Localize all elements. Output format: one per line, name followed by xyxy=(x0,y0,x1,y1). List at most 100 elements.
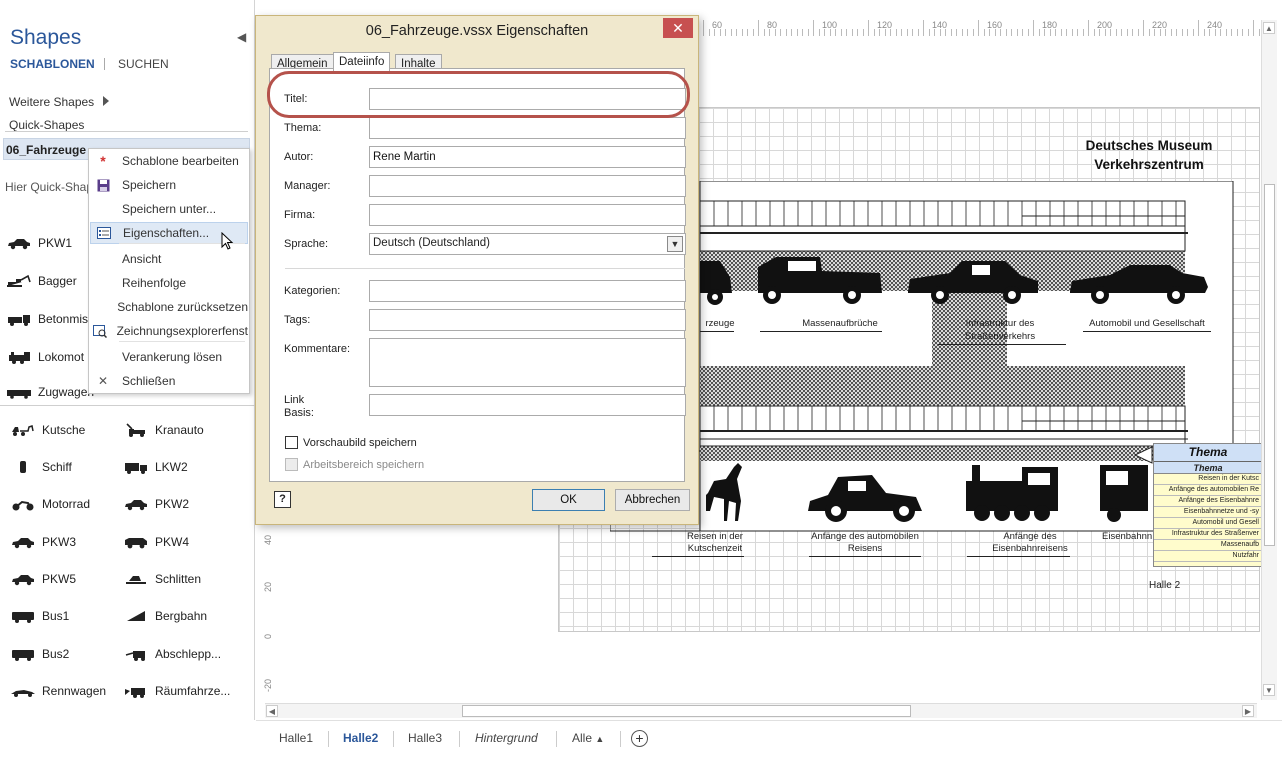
language-select[interactable]: Deutsch (Deutschland) ▼ xyxy=(369,233,686,255)
page-tab-halle1[interactable]: Halle1 xyxy=(279,731,313,745)
ruler-tick xyxy=(1044,29,1045,36)
shape-item[interactable]: Kranauto xyxy=(123,420,204,440)
scroll-left-icon[interactable]: ◀ xyxy=(266,705,278,717)
horizontal-scrollbar[interactable]: ◀ ▶ xyxy=(265,703,1257,718)
tab-schablonen[interactable]: SCHABLONEN xyxy=(10,57,95,71)
field-label: Sprache: xyxy=(284,238,329,250)
ruler-tick xyxy=(1093,29,1095,36)
manager-field[interactable] xyxy=(369,175,686,197)
ruler-tick xyxy=(917,29,919,36)
tags-field[interactable] xyxy=(369,309,686,331)
legend-table[interactable]: Thema Thema Reisen in der Kutsc Anfänge d… xyxy=(1153,443,1263,567)
quick-shapes-link[interactable]: Quick-Shapes xyxy=(9,118,84,132)
menu-item[interactable]: Schablone zurücksetzen xyxy=(90,296,248,318)
scroll-down-icon[interactable]: ▼ xyxy=(1263,684,1275,696)
title-field[interactable] xyxy=(369,88,686,110)
page-tab-halle3[interactable]: Halle3 xyxy=(408,731,442,745)
shape-item[interactable]: Zugwagen xyxy=(6,382,94,402)
scroll-up-icon[interactable]: ▲ xyxy=(1263,22,1275,34)
tab-dateiinfo[interactable]: Dateiinfo xyxy=(333,52,391,73)
vertical-scroll-thumb[interactable] xyxy=(1264,184,1275,546)
menu-item[interactable]: Verankerung lösen xyxy=(90,346,248,368)
preview-checkbox[interactable] xyxy=(285,436,298,449)
ruler-tick xyxy=(719,29,721,36)
shape-item[interactable]: Betonmis xyxy=(6,309,88,329)
shape-item[interactable]: PKW1 xyxy=(6,233,72,253)
ruler-tick xyxy=(934,29,935,36)
menu-item[interactable]: Speichern unter... xyxy=(90,198,248,220)
categories-field[interactable] xyxy=(369,280,686,302)
shape-item[interactable]: Schiff xyxy=(10,457,72,477)
menu-item[interactable]: * Schablone bearbeiten xyxy=(90,150,248,172)
cancel-button[interactable]: Abbrechen xyxy=(615,489,690,511)
shape-item[interactable]: Räumfahrze... xyxy=(123,681,230,701)
add-page-icon[interactable]: + xyxy=(631,730,648,747)
author-field[interactable] xyxy=(369,146,686,168)
shape-item[interactable]: LKW2 xyxy=(123,457,188,477)
ruler-tick xyxy=(818,29,820,36)
ship-icon xyxy=(10,460,36,474)
company-field[interactable] xyxy=(369,204,686,226)
car-icon xyxy=(123,497,149,511)
help-button[interactable]: ? xyxy=(274,491,291,508)
tab-divider xyxy=(459,731,460,747)
shape-item[interactable]: Bergbahn xyxy=(123,606,207,626)
ruler-tick xyxy=(769,29,770,36)
locomotive-icon xyxy=(6,350,32,364)
ok-button[interactable]: OK xyxy=(532,489,605,511)
menu-item[interactable]: Reihenfolge xyxy=(90,272,248,294)
page-tab-alle[interactable]: Alle ▲ xyxy=(572,731,604,745)
caption-underline xyxy=(760,331,882,332)
ruler-tick xyxy=(1247,29,1249,36)
properties-dialog: 06_Fahrzeuge.vssx Eigenschaften ✕ Allgem… xyxy=(255,15,699,525)
shape-item[interactable]: Rennwagen xyxy=(10,681,106,701)
close-icon[interactable]: ✕ xyxy=(663,18,693,38)
horizontal-scroll-thumb[interactable] xyxy=(462,705,911,717)
bus-icon xyxy=(10,609,36,623)
shape-label: Bergbahn xyxy=(155,609,208,623)
scroll-right-icon[interactable]: ▶ xyxy=(1242,705,1254,717)
ruler-tick xyxy=(780,29,781,36)
more-shapes-button[interactable]: Weitere Shapes xyxy=(9,95,94,109)
shape-item[interactable]: Schlitten xyxy=(123,569,201,589)
tab-suchen[interactable]: SUCHEN xyxy=(118,57,169,71)
shape-item[interactable]: Abschlepp... xyxy=(123,644,221,664)
chevron-down-icon[interactable]: ▼ xyxy=(667,236,683,252)
caption-text: Straßenverkehrs xyxy=(964,331,1036,342)
menu-item[interactable]: Zeichnungsexplorerfenst xyxy=(90,320,248,342)
shape-item[interactable]: PKW4 xyxy=(123,532,189,552)
shape-label: Lokomot xyxy=(38,350,85,364)
properties-icon xyxy=(93,222,115,244)
shape-item[interactable]: PKW5 xyxy=(10,569,76,589)
shape-item[interactable]: PKW3 xyxy=(10,532,76,552)
ruler-tick xyxy=(1170,29,1172,36)
subject-field[interactable] xyxy=(369,117,686,139)
horizontal-ruler: 60 80 100 120 140 160 180 200 220 240 xyxy=(698,0,1260,36)
shape-item[interactable]: Motorrad xyxy=(10,494,90,514)
menu-item[interactable]: Speichern xyxy=(90,174,248,196)
crane-truck-icon xyxy=(123,423,149,437)
shape-item[interactable]: Bagger xyxy=(6,271,77,291)
shape-item[interactable]: PKW2 xyxy=(123,494,189,514)
suv-icon xyxy=(123,535,149,549)
shape-item[interactable]: Bus2 xyxy=(10,644,69,664)
hyperlink-base-field[interactable] xyxy=(369,394,686,416)
shape-item[interactable]: Lokomot xyxy=(6,347,84,367)
ruler-tick xyxy=(796,29,798,36)
shape-item[interactable]: Bus1 xyxy=(10,606,69,626)
shape-item[interactable]: Kutsche xyxy=(10,420,85,440)
page-tab-hintergrund[interactable]: Hintergrund xyxy=(475,731,538,745)
menu-item[interactable]: ✕ Schließen xyxy=(90,370,248,392)
vertical-scrollbar[interactable]: ▲ ▼ xyxy=(1261,20,1277,700)
train-wagon-icon xyxy=(6,385,32,399)
field-label: Titel: xyxy=(284,93,308,105)
ruler-tick xyxy=(978,20,979,36)
ruler-tick xyxy=(824,29,825,36)
context-menu: * Schablone bearbeiten Speichern Speichern … xyxy=(88,148,250,394)
comments-field[interactable] xyxy=(369,338,686,387)
tab-divider xyxy=(393,731,394,747)
collapse-pane-icon[interactable]: ◀ xyxy=(237,30,246,44)
shape-label: Abschlepp... xyxy=(155,647,222,661)
ruler-tick xyxy=(906,29,908,36)
page-tab-halle2[interactable]: Halle2 xyxy=(343,731,378,745)
